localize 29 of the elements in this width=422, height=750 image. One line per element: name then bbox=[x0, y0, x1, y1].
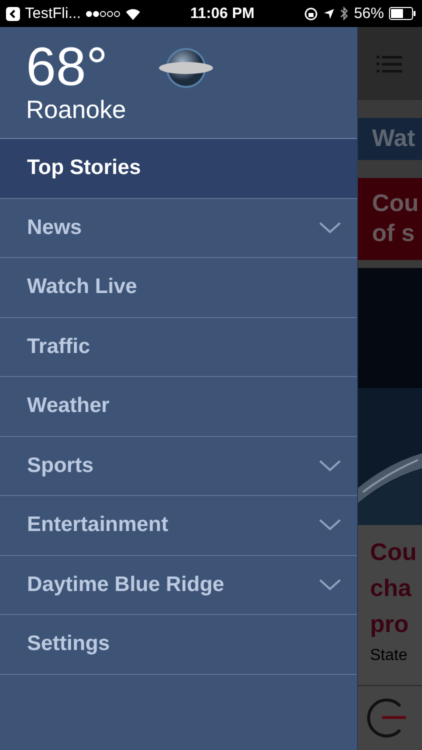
menu-item[interactable]: Traffic bbox=[0, 318, 357, 377]
rotation-lock-icon bbox=[304, 6, 318, 20]
menu-item[interactable]: Sports bbox=[0, 436, 357, 496]
chevron-down-icon bbox=[319, 578, 341, 591]
location-arrow-icon bbox=[322, 8, 335, 20]
alert-banner[interactable]: Cou of s bbox=[358, 178, 422, 260]
story-summary: State bbox=[370, 647, 408, 665]
signal-icon bbox=[86, 10, 120, 16]
chevron-down-icon bbox=[319, 519, 341, 532]
chevron-down-icon bbox=[319, 222, 341, 234]
city-name: Roanoke bbox=[26, 95, 126, 125]
bluetooth-icon bbox=[340, 6, 349, 21]
wifi-icon bbox=[124, 8, 141, 20]
temperature: 68° bbox=[26, 39, 108, 95]
live-banner[interactable]: Wat bbox=[358, 118, 422, 160]
clock-time: 11:06 PM bbox=[190, 5, 255, 22]
back-icon[interactable] bbox=[6, 6, 20, 20]
menu-item[interactable]: Settings bbox=[0, 615, 357, 674]
menu-item[interactable]: News bbox=[0, 198, 357, 258]
menu-item[interactable]: Watch Live bbox=[0, 258, 357, 318]
menu-item[interactable]: Top Stories bbox=[0, 139, 357, 198]
battery-percent: 56% bbox=[354, 5, 384, 22]
logo-icon bbox=[366, 696, 406, 740]
menu-item[interactable]: Daytime Blue Ridge bbox=[0, 556, 357, 615]
menu-item[interactable]: Weather bbox=[0, 377, 357, 436]
chevron-down-icon bbox=[319, 460, 341, 472]
menu-item[interactable]: Entertainment bbox=[0, 496, 357, 556]
battery-icon bbox=[389, 7, 416, 20]
back-app-label[interactable]: TestFli... bbox=[25, 5, 81, 22]
